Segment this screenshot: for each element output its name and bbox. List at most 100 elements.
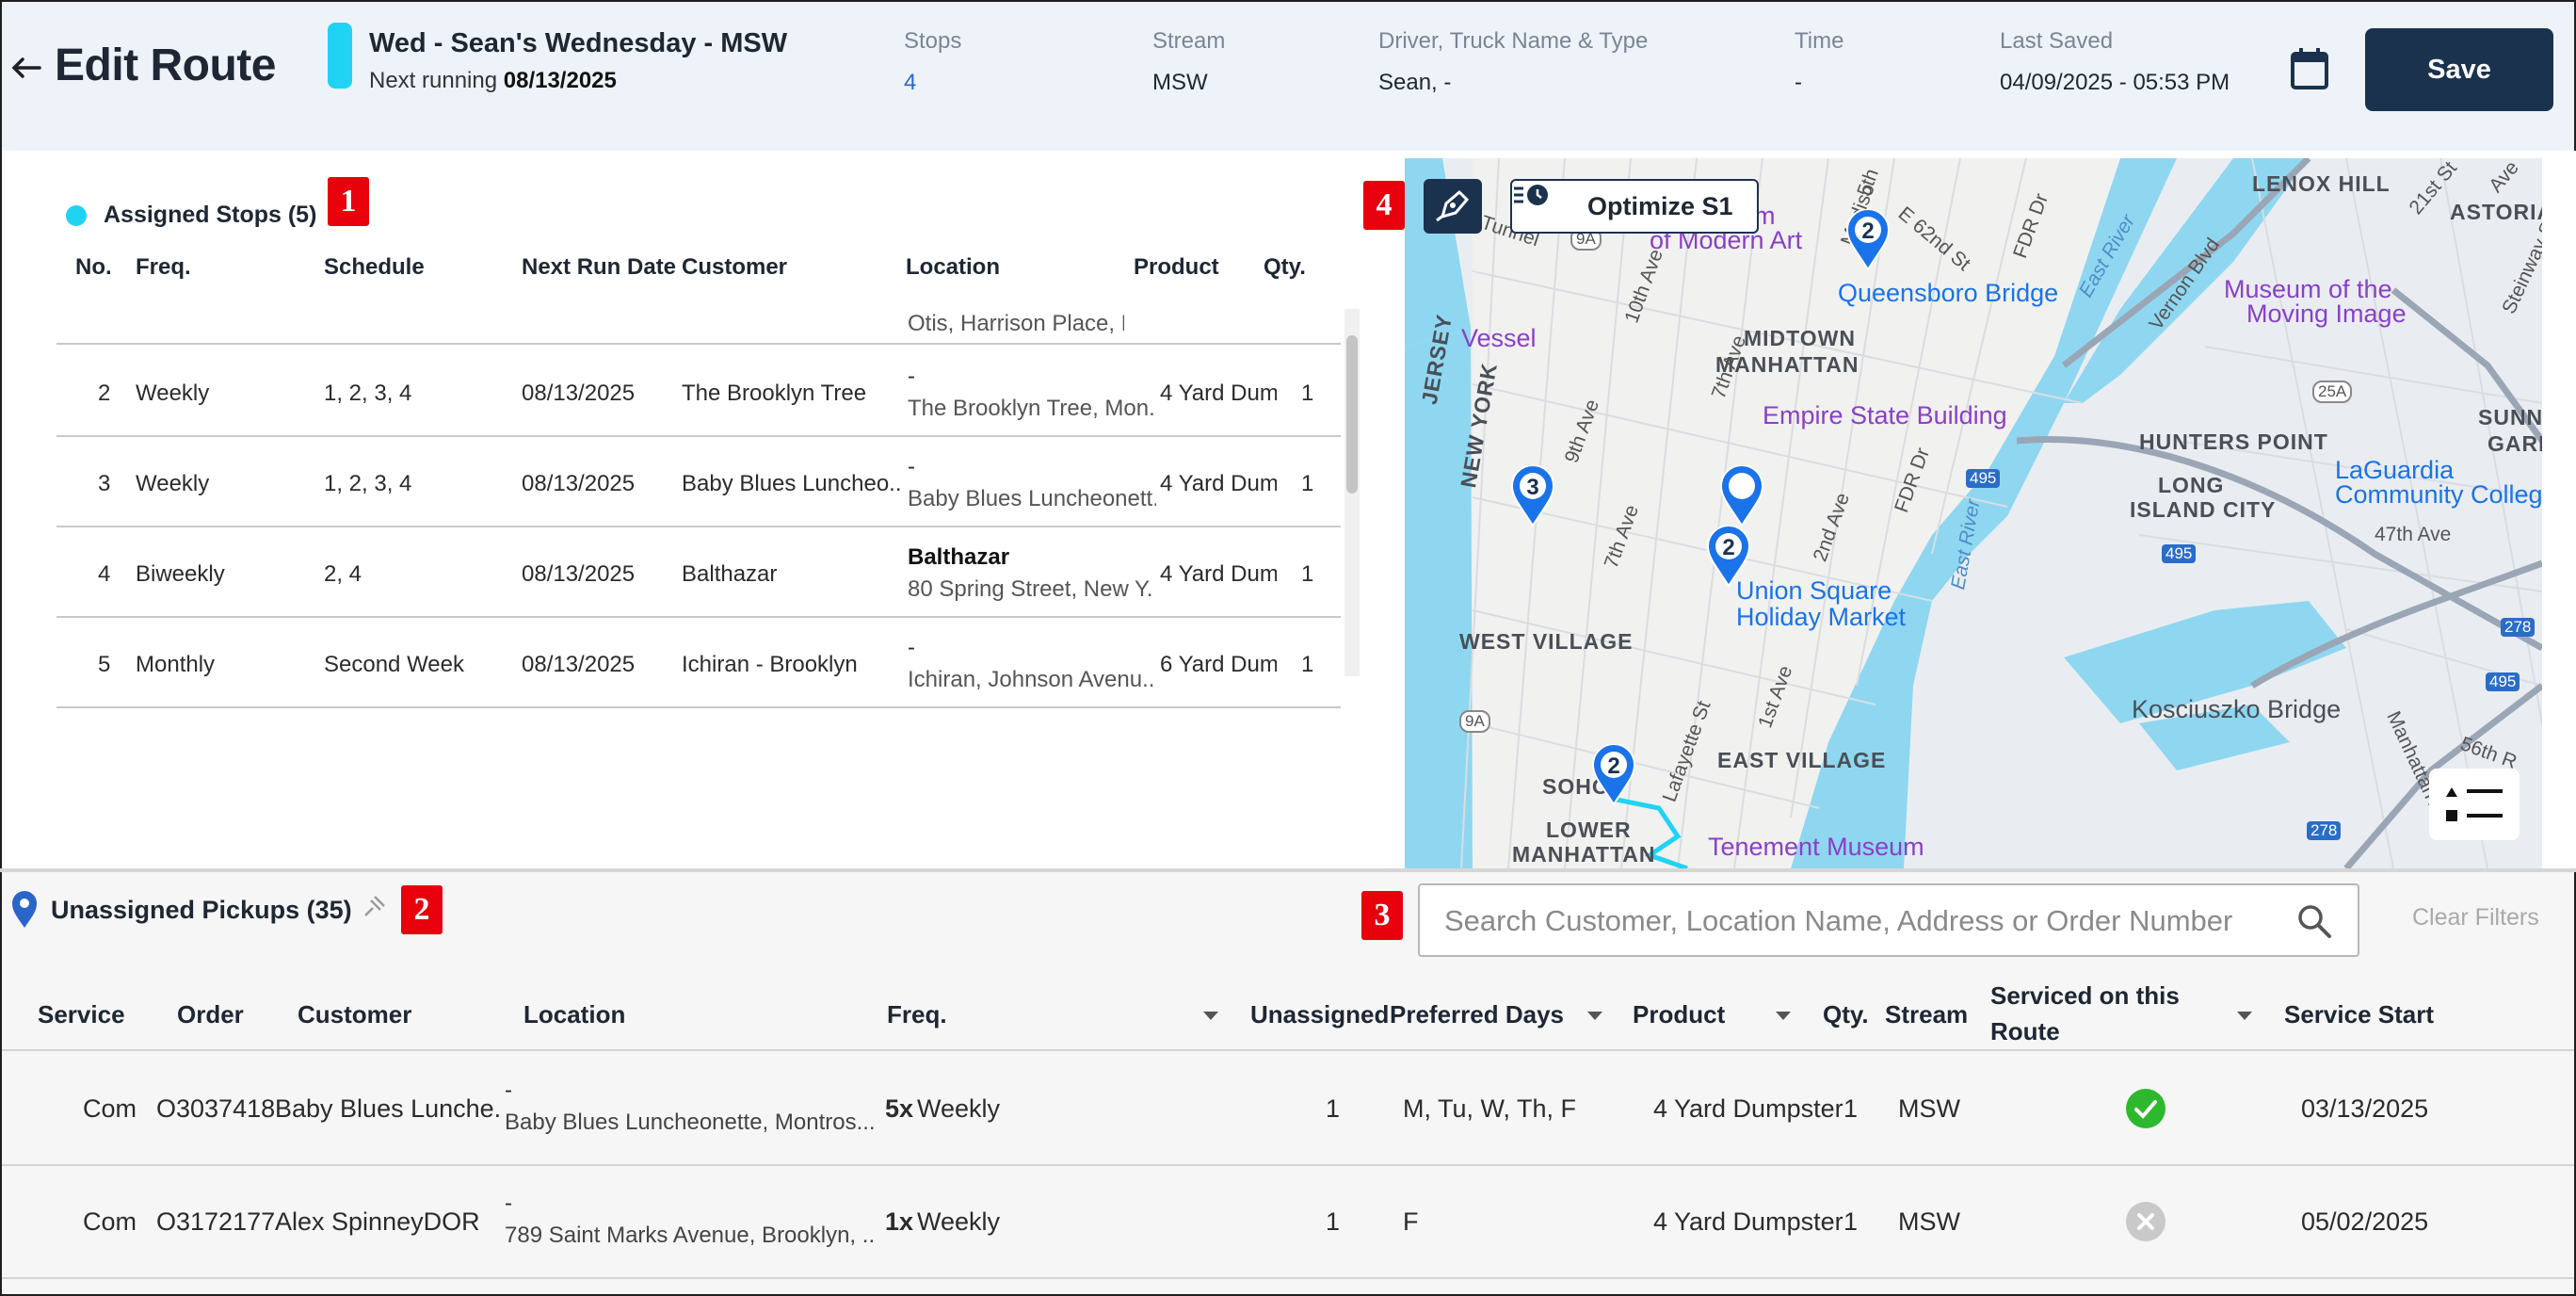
stop-pin[interactable]: 2 bbox=[1591, 744, 1636, 806]
col-product[interactable]: Product bbox=[1633, 1000, 1725, 1029]
search-icon[interactable] bbox=[2295, 902, 2333, 940]
table-row[interactable]: Com O3037418 Baby Blues Lunche... - Baby… bbox=[2, 1053, 2574, 1166]
col-schedule[interactable]: Schedule bbox=[324, 254, 425, 281]
stop-pin[interactable]: 2 bbox=[1845, 209, 1891, 271]
route-name: Wed - Sean's Wednesday - MSW bbox=[369, 28, 788, 58]
stop-number: 3 bbox=[98, 471, 111, 496]
col-serviced-line1[interactable]: Serviced on this bbox=[1990, 981, 2180, 1011]
stop-next-run: 08/13/2025 bbox=[522, 561, 636, 587]
page-title: Edit Route bbox=[55, 40, 276, 90]
table-row[interactable]: 5 Monthly Second Week 08/13/2025 Ichiran… bbox=[56, 618, 1341, 708]
table-row[interactable]: 4 Biweekly 2, 4 08/13/2025 Balthazar Bal… bbox=[56, 527, 1341, 618]
map-poi[interactable]: Queensboro Bridge bbox=[1838, 279, 2058, 308]
stop-qty: 1 bbox=[1301, 471, 1314, 496]
pickup-unassigned-count: 1 bbox=[1326, 1094, 1341, 1123]
stop-schedule: 1, 2, 3, 4 bbox=[324, 381, 412, 406]
x-circle-icon bbox=[2126, 1202, 2165, 1241]
col-customer[interactable]: Customer bbox=[298, 1000, 411, 1029]
location-address: 80 Spring Street, New Y... bbox=[908, 576, 1154, 602]
map-poi[interactable]: Community Colleg bbox=[2335, 480, 2542, 510]
pickup-order[interactable]: O3037418 bbox=[156, 1094, 275, 1124]
stop-qty: 1 bbox=[1301, 561, 1314, 587]
map-poi[interactable]: Vessel bbox=[1461, 324, 1537, 353]
col-qty[interactable]: Qty. bbox=[1264, 254, 1306, 281]
map-poi[interactable]: Moving Image bbox=[2246, 300, 2407, 329]
table-row[interactable]: Otis, Harrison Place, Bro... bbox=[56, 301, 1341, 345]
back-arrow-icon[interactable] bbox=[9, 49, 43, 87]
pickup-freq: Weekly bbox=[917, 1207, 1001, 1236]
stop-product: 6 Yard Dum... bbox=[1160, 652, 1277, 677]
table-row[interactable]: 3 Weekly 1, 2, 3, 4 08/13/2025 Baby Blue… bbox=[56, 437, 1341, 527]
col-location[interactable]: Location bbox=[906, 254, 1000, 281]
stop-pin[interactable]: 3 bbox=[1510, 465, 1555, 527]
map-label: WEST VILLAGE bbox=[1459, 629, 1634, 654]
col-next-run-date[interactable]: Next Run Date bbox=[522, 254, 676, 281]
col-order[interactable]: Order bbox=[177, 1000, 244, 1029]
map-legend-icon[interactable] bbox=[2429, 769, 2520, 840]
map-poi[interactable]: Union Square bbox=[1736, 576, 1892, 606]
unpin-icon[interactable] bbox=[362, 893, 388, 919]
stop-pin-label: 3 bbox=[1526, 475, 1539, 500]
stop-pin[interactable]: 2 bbox=[1706, 526, 1751, 588]
col-serviced-line2[interactable]: Route bbox=[1990, 1017, 2060, 1046]
search-box[interactable] bbox=[1418, 883, 2359, 957]
unassigned-pickups-header: Unassigned Pickups (35) bbox=[11, 891, 352, 929]
preferred-days-sort-icon[interactable] bbox=[1587, 1012, 1602, 1020]
stop-pin[interactable] bbox=[1719, 465, 1764, 527]
map-poi[interactable]: Holiday Market bbox=[1736, 603, 1906, 632]
table-row[interactable]: Com O3172177 Alex SpinneyDOR - 789 Saint… bbox=[2, 1166, 2574, 1279]
col-unassigned[interactable]: Unassigned bbox=[1250, 1000, 1389, 1029]
table-row[interactable]: 2 Weekly 1, 2, 3, 4 08/13/2025 The Brook… bbox=[56, 347, 1341, 437]
location-address: Ichiran, Johnson Avenu... bbox=[908, 667, 1154, 692]
assigned-table-body[interactable]: Otis, Harrison Place, Bro... 2 Weekly 1,… bbox=[56, 301, 1341, 840]
assigned-scrollbar-thumb[interactable] bbox=[1346, 335, 1358, 494]
stop-pin-label: 2 bbox=[1861, 219, 1875, 244]
col-product[interactable]: Product bbox=[1134, 254, 1219, 281]
col-service-start[interactable]: Service Start bbox=[2284, 1000, 2434, 1029]
annotation-badge-3: 3 bbox=[1361, 891, 1403, 940]
route-map[interactable]: LENOX HILL ASTORIA MIDTOWN MANHATTAN HUN… bbox=[1405, 158, 2542, 868]
col-freq[interactable]: Freq. bbox=[136, 254, 191, 281]
save-button[interactable]: Save bbox=[2365, 28, 2553, 111]
optimize-label: Optimize S1 bbox=[1587, 191, 1733, 220]
map-poi[interactable]: Tenement Museum bbox=[1708, 833, 1924, 862]
stop-frequency: Weekly bbox=[136, 381, 210, 406]
stop-product: 4 Yard Dum... bbox=[1160, 471, 1277, 496]
optimize-button[interactable]: Optimize S1 bbox=[1510, 179, 1759, 234]
calendar-icon[interactable] bbox=[2290, 47, 2329, 90]
col-customer[interactable]: Customer bbox=[682, 254, 787, 281]
col-qty[interactable]: Qty. bbox=[1823, 1000, 1869, 1029]
map-poi[interactable]: Empire State Building bbox=[1763, 401, 2007, 430]
stops-label: Stops bbox=[904, 28, 962, 54]
stop-product: 4 Yard Dum... bbox=[1160, 561, 1277, 587]
col-freq[interactable]: Freq. bbox=[887, 1000, 947, 1029]
col-service[interactable]: Service bbox=[38, 1000, 125, 1029]
stop-qty: 1 bbox=[1301, 652, 1314, 677]
map-poi[interactable]: Kosciuszko Bridge bbox=[2132, 695, 2341, 724]
search-input[interactable] bbox=[1444, 900, 2273, 942]
stop-number: 5 bbox=[98, 652, 111, 677]
col-no[interactable]: No. bbox=[75, 254, 112, 281]
location-name: - bbox=[908, 454, 915, 479]
col-stream[interactable]: Stream bbox=[1885, 1000, 1968, 1029]
col-preferred-days[interactable]: Preferred Days bbox=[1390, 1000, 1564, 1029]
product-sort-icon[interactable] bbox=[1776, 1012, 1791, 1020]
stop-customer: Balthazar bbox=[682, 561, 778, 587]
stops-value[interactable]: 4 bbox=[904, 70, 961, 96]
stop-product: 4 Yard Dum... bbox=[1160, 381, 1277, 406]
serviced-sort-icon[interactable] bbox=[2237, 1012, 2252, 1020]
clear-filters-button[interactable]: Clear Filters bbox=[2412, 904, 2539, 932]
pickup-location-address: Baby Blues Luncheonette, Montros... bbox=[505, 1110, 874, 1135]
stop-next-run: 08/13/2025 bbox=[522, 381, 636, 406]
unassigned-pickups-panel: Unassigned Pickups (35) 2 3 Clear Filter… bbox=[0, 872, 2576, 1296]
col-location[interactable]: Location bbox=[523, 1000, 625, 1029]
freq-sort-icon[interactable] bbox=[1203, 1012, 1218, 1020]
draw-route-icon[interactable] bbox=[1424, 179, 1482, 234]
driver-field: Driver, Truck Name & Type Sean, - bbox=[1378, 28, 1648, 96]
annotation-badge-4: 4 bbox=[1363, 181, 1405, 230]
pickup-qty: 1 bbox=[1843, 1094, 1859, 1123]
map-label: MANHATTAN bbox=[1512, 842, 1656, 867]
stop-frequency: Weekly bbox=[136, 471, 210, 496]
pickup-order[interactable]: O3172177 bbox=[156, 1207, 275, 1237]
stop-next-run: 08/13/2025 bbox=[522, 652, 636, 677]
